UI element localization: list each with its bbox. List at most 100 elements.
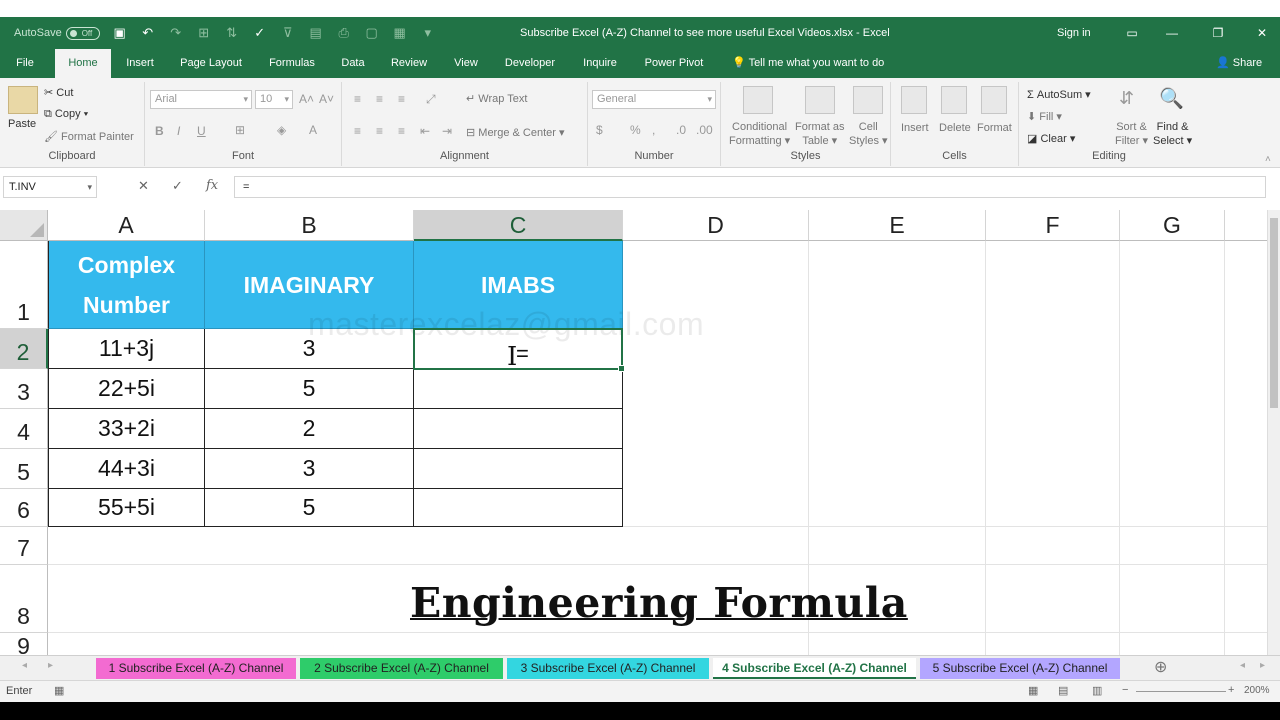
tab-power-pivot[interactable]: Power Pivot	[638, 49, 710, 78]
align-right-icon[interactable]: ≡	[398, 124, 405, 138]
chart-icon[interactable]: ▤	[308, 25, 324, 41]
table-icon[interactable]: ⊞	[196, 25, 212, 41]
vertical-scroll-thumb[interactable]	[1270, 218, 1278, 408]
row-header-1[interactable]: 1	[0, 241, 48, 329]
format-as-table-button[interactable]: Format as Table ▾	[795, 120, 845, 148]
column-header-f[interactable]: F	[986, 210, 1120, 241]
delete-cells-button[interactable]: Delete	[939, 122, 971, 134]
delete-cells-icon[interactable]	[941, 86, 967, 114]
cell-styles-button[interactable]: Cell Styles ▾	[849, 120, 888, 148]
align-top-icon[interactable]: ≡	[354, 92, 361, 106]
page-break-view-icon[interactable]: ▥	[1092, 684, 1102, 697]
fill-button[interactable]: ⬇ Fill ▾	[1027, 110, 1062, 123]
format-as-table-icon[interactable]	[805, 86, 835, 114]
row-header-2[interactable]: 2	[0, 329, 48, 369]
font-name-combo[interactable]: Arial	[150, 90, 252, 109]
decrease-indent-icon[interactable]: ⇤	[420, 124, 430, 138]
sheet-tab-2[interactable]: 2 Subscribe Excel (A-Z) Channel	[300, 658, 503, 679]
comma-style-icon[interactable]: ,	[652, 123, 655, 137]
sort-filter-button[interactable]: Sort & Filter ▾	[1115, 120, 1148, 148]
cell-b3[interactable]: 5	[205, 369, 414, 409]
tab-inquire[interactable]: Inquire	[576, 49, 624, 78]
spelling-icon[interactable]: ✓	[252, 25, 268, 41]
hscroll-left-icon[interactable]: ◂	[1240, 660, 1245, 671]
column-header-a[interactable]: A	[48, 210, 205, 241]
minimize-icon[interactable]: —	[1152, 17, 1192, 49]
tell-me-box[interactable]: 💡 Tell me what you want to do	[732, 49, 884, 78]
column-header-h[interactable]	[1225, 210, 1267, 241]
cell-c5[interactable]	[414, 449, 623, 489]
tab-insert[interactable]: Insert	[120, 49, 160, 78]
conditional-formatting-icon[interactable]	[743, 86, 773, 114]
merge-center-button[interactable]: ⊟ Merge & Center ▾	[466, 126, 565, 139]
name-box[interactable]: T.INV	[3, 176, 97, 198]
cut-button[interactable]: ✂ Cut	[44, 86, 73, 99]
column-header-g[interactable]: G	[1120, 210, 1225, 241]
decrease-decimal-icon[interactable]: .00	[696, 123, 713, 137]
wrap-text-button[interactable]: ↵ Wrap Text	[466, 92, 527, 105]
hscroll-right-icon[interactable]: ▸	[1260, 660, 1265, 671]
borders-icon[interactable]: ⊞	[235, 123, 245, 137]
tab-review[interactable]: Review	[386, 49, 432, 78]
font-size-combo[interactable]: 10	[255, 90, 293, 109]
share-button[interactable]: 👤 Share	[1216, 49, 1262, 78]
row-header-8[interactable]: 8	[0, 565, 48, 633]
restore-icon[interactable]: ❐	[1198, 17, 1238, 49]
prev-sheet-icon[interactable]: ◂	[22, 660, 27, 671]
sign-in-link[interactable]: Sign in	[1057, 17, 1091, 49]
zoom-level[interactable]: 200%	[1244, 685, 1270, 696]
fill-color-icon[interactable]: ◈	[277, 123, 286, 137]
underline-button[interactable]: U	[197, 124, 206, 138]
redo-icon[interactable]: ↷	[168, 25, 184, 41]
vertical-scrollbar[interactable]	[1267, 210, 1280, 655]
tab-formulas[interactable]: Formulas	[262, 49, 322, 78]
cell-b4[interactable]: 2	[205, 409, 414, 449]
column-header-b[interactable]: B	[205, 210, 414, 241]
undo-icon[interactable]: ↶	[140, 25, 156, 41]
close-icon[interactable]: ✕	[1242, 17, 1280, 49]
copy-button[interactable]: ⧉ Copy ▾	[44, 108, 88, 121]
insert-function-icon[interactable]: fx	[206, 178, 218, 193]
page-layout-view-icon[interactable]: ▤	[1058, 684, 1068, 697]
magnifier-icon[interactable]: 🔍	[1159, 86, 1184, 111]
format-cells-button[interactable]: Format	[977, 122, 1012, 134]
autosave-switch[interactable]: Off	[65, 26, 100, 40]
cell-a6[interactable]: 55+5i	[48, 489, 205, 527]
sheet-tab-5[interactable]: 5 Subscribe Excel (A-Z) Channel	[920, 658, 1120, 679]
row-header-3[interactable]: 3	[0, 369, 48, 409]
insert-cells-icon[interactable]	[901, 86, 927, 114]
cancel-entry-icon[interactable]: ✕	[138, 178, 149, 194]
save-icon[interactable]: ▣	[112, 25, 128, 41]
sheet-tab-1[interactable]: 1 Subscribe Excel (A-Z) Channel	[96, 658, 296, 679]
column-header-e[interactable]: E	[809, 210, 986, 241]
cell-b5[interactable]: 3	[205, 449, 414, 489]
sort-filter-icon[interactable]: ⇵	[1119, 88, 1134, 109]
select-all-corner[interactable]	[0, 210, 48, 241]
cell-c6[interactable]	[414, 489, 623, 527]
cell-a2[interactable]: 11+3j	[48, 329, 205, 369]
format-cells-icon[interactable]	[981, 86, 1007, 114]
increase-font-icon[interactable]: A˄	[299, 92, 314, 106]
conditional-formatting-button[interactable]: Conditional Formatting ▾	[729, 120, 790, 148]
row-header-9[interactable]: 9	[0, 633, 48, 655]
row-header-5[interactable]: 5	[0, 449, 48, 489]
cell-c4[interactable]	[414, 409, 623, 449]
decrease-font-icon[interactable]: A˅	[319, 92, 334, 106]
accounting-format-icon[interactable]: $	[596, 123, 603, 137]
sheet-tab-4-active[interactable]: 4 Subscribe Excel (A-Z) Channel	[713, 658, 916, 679]
column-header-c[interactable]: C	[414, 210, 623, 241]
formula-input[interactable]: =	[234, 176, 1266, 198]
autosum-button[interactable]: Σ AutoSum ▾	[1027, 88, 1091, 101]
collapse-ribbon-icon[interactable]: ˄	[1265, 154, 1271, 165]
cell-a5[interactable]: 44+3i	[48, 449, 205, 489]
sort-icon[interactable]: ⇅	[224, 25, 240, 41]
paste-icon[interactable]	[8, 86, 38, 114]
worksheet-grid[interactable]: A B C D E F G 1 2 3 4 5 6 7 8 9 Complex …	[0, 210, 1267, 655]
align-center-icon[interactable]: ≡	[376, 124, 383, 138]
cell-a4[interactable]: 33+2i	[48, 409, 205, 449]
clear-button[interactable]: ◪ Clear ▾	[1027, 132, 1075, 145]
row-header-7[interactable]: 7	[0, 527, 48, 565]
zoom-in-icon[interactable]: +	[1228, 684, 1234, 696]
cell-styles-icon[interactable]	[853, 86, 883, 114]
row-header-4[interactable]: 4	[0, 409, 48, 449]
